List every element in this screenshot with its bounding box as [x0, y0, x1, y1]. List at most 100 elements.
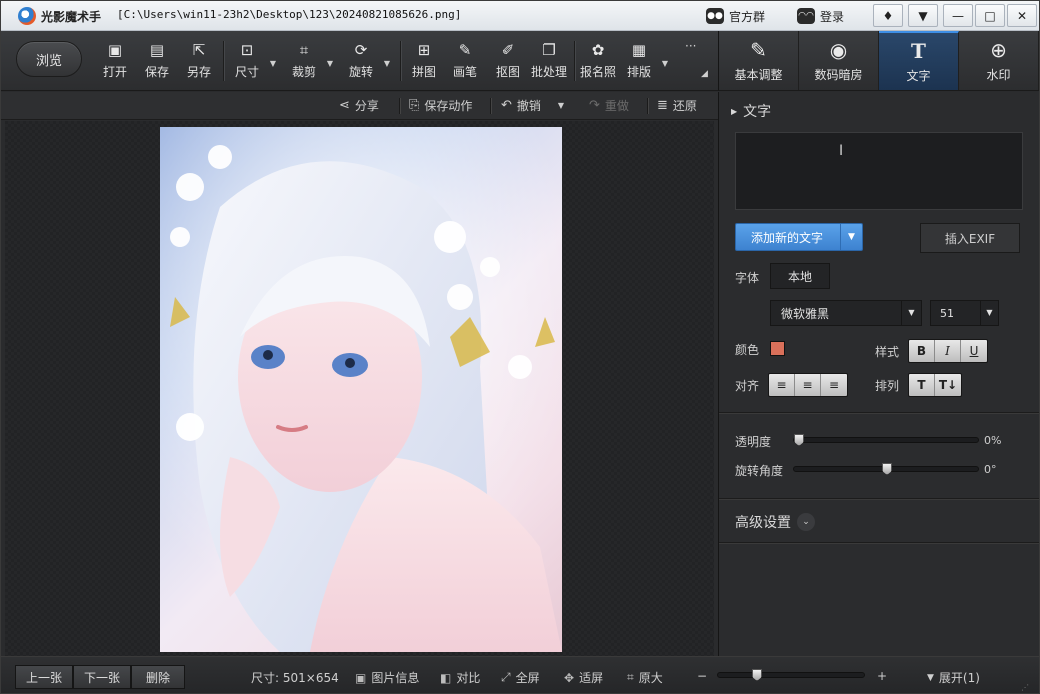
crop-button[interactable]: ⌗ 裁剪 ▼ — [283, 41, 333, 83]
save-as-icon: ⇱ — [192, 41, 206, 59]
maximize-button[interactable]: □ — [975, 4, 1005, 27]
chevron-down-icon: ▼ — [901, 301, 921, 325]
fullscreen-button[interactable]: ⤢ 全屏 — [501, 669, 540, 686]
zoom-slider-thumb[interactable] — [752, 669, 762, 681]
title-bar: 光影魔术手 [C:\Users\win11-23h2\Desktop\123\2… — [1, 1, 1039, 31]
text-input-area[interactable]: I — [735, 132, 1023, 210]
collage-button[interactable]: ⊞ 拼图 — [403, 41, 445, 83]
image-size: 尺寸: 501×654 — [251, 671, 339, 685]
browse-button[interactable]: 浏览 — [16, 41, 82, 77]
original-size-button[interactable]: ⌗ 原大 — [627, 669, 663, 686]
redo-icon: ↷ — [589, 98, 600, 113]
file-path: [C:\Users\win11-23h2\Desktop\123\2024082… — [117, 8, 462, 21]
shirt-icon: ♦ — [882, 8, 894, 23]
edited-photo[interactable] — [160, 127, 562, 652]
color-label: 颜色 — [735, 343, 760, 357]
font-family-select[interactable]: 微软雅黑 ▼ — [770, 300, 922, 326]
resize-grip-icon[interactable]: ⋰ — [1021, 683, 1029, 692]
chevron-down-icon[interactable]: ▼ — [841, 232, 862, 242]
photo-artwork — [160, 127, 562, 652]
tab-basic-adjust[interactable]: ✎ 基本调整 — [719, 31, 799, 90]
opacity-slider[interactable] — [793, 434, 979, 446]
open-button[interactable]: ▣ 打开 — [94, 41, 136, 83]
save-as-button[interactable]: ⇱ 另存 — [178, 41, 220, 83]
zoom-in-button[interactable]: + — [877, 669, 887, 683]
font-source-button[interactable]: 本地 — [770, 263, 830, 289]
tab-text[interactable]: T 文字 — [879, 31, 959, 90]
color-swatch[interactable] — [770, 341, 785, 356]
add-text-button[interactable]: 添加新的文字 ▼ — [735, 223, 863, 251]
fullscreen-icon: ⤢ — [501, 670, 511, 684]
opacity-slider-thumb[interactable] — [794, 434, 804, 446]
font-size-select[interactable]: 51 ▼ — [930, 300, 999, 326]
zoom-out-button[interactable]: − — [697, 669, 707, 683]
zoom-slider[interactable] — [717, 669, 865, 681]
tab-digital-darkroom[interactable]: ◉ 数码暗房 — [799, 31, 879, 90]
chevron-down-icon[interactable]: ▼ — [327, 59, 333, 68]
image-canvas[interactable] — [5, 121, 714, 656]
open-image-icon: ▣ — [107, 41, 123, 59]
save-button[interactable]: ▤ 保存 — [136, 41, 178, 83]
app-title: 光影魔术手 — [41, 10, 102, 24]
vertical-text-icon[interactable]: T↓ — [935, 374, 961, 396]
compare-button[interactable]: ◧ 对比 — [440, 669, 480, 686]
text-icon: T — [911, 39, 926, 63]
minimize-button[interactable]: — — [943, 4, 973, 27]
align-center-icon[interactable]: ≡ — [795, 374, 821, 396]
advanced-settings-toggle[interactable]: 高级设置 ⌄ — [735, 512, 815, 532]
chevron-down-icon[interactable]: ▼ — [558, 101, 564, 110]
save-action-button[interactable]: ⎘ 保存动作 — [409, 97, 472, 114]
expand-corner-icon[interactable]: ◢ — [701, 69, 708, 79]
undo-button[interactable]: ↶ 撤销 ▼ — [501, 97, 564, 114]
app-logo-icon — [18, 7, 36, 25]
user-icon: ◠◠ — [797, 8, 815, 24]
chevron-down-icon[interactable]: ▼ — [662, 59, 668, 68]
delete-button[interactable]: 删除 — [131, 665, 185, 689]
official-group-button[interactable]: ●● 官方群 — [706, 5, 765, 27]
next-image-button[interactable]: 下一张 — [73, 665, 131, 689]
toolbar-divider — [223, 41, 224, 81]
id-photo-button[interactable]: ✿ 报名照 — [577, 41, 619, 83]
rotation-slider[interactable] — [793, 463, 979, 475]
expand-button[interactable]: ▼ 展开(1) — [927, 669, 980, 686]
rotation-slider-thumb[interactable] — [882, 463, 892, 475]
rotate-button[interactable]: ⟳ 旋转 ▼ — [340, 41, 390, 83]
chevron-down-icon: ▼ — [980, 301, 998, 325]
collage-icon: ⊞ — [417, 41, 431, 59]
share-icon: ⋖ — [339, 98, 350, 113]
resize-button[interactable]: ⊡ 尺寸 ▼ — [226, 41, 276, 83]
brush-button[interactable]: ✎ 画笔 — [444, 41, 486, 83]
text-section-header[interactable]: ▶ 文字 — [731, 101, 771, 121]
share-button[interactable]: ⋖ 分享 — [339, 97, 379, 114]
cutout-icon: ✐ — [501, 41, 515, 59]
fit-screen-button[interactable]: ✥ 适屏 — [564, 669, 603, 686]
image-info-button[interactable]: ▣ 图片信息 — [355, 669, 419, 686]
menu-button[interactable]: ▼ — [908, 4, 938, 27]
align-left-icon[interactable]: ≡ — [769, 374, 795, 396]
minimize-icon: — — [952, 8, 964, 23]
chevron-down-icon[interactable]: ▼ — [384, 59, 390, 68]
align-right-icon[interactable]: ≡ — [821, 374, 847, 396]
italic-button[interactable]: I — [935, 340, 961, 362]
main-toolbar: 浏览 ▣ 打开 ▤ 保存 ⇱ 另存 ⊡ 尺寸 ▼ ⌗ 裁剪 ▼ ⟳ 旋转 ▼ ⊞… — [1, 31, 718, 91]
chevron-right-icon: ▶ — [731, 106, 738, 116]
tab-watermark[interactable]: ⊕ 水印 — [959, 31, 1039, 90]
close-icon: ✕ — [1016, 8, 1028, 23]
divider — [719, 542, 1039, 543]
redo-button[interactable]: ↷ 重做 — [589, 97, 629, 114]
horizontal-text-icon[interactable]: T — [909, 374, 935, 396]
login-button[interactable]: ◠◠ 登录 — [797, 5, 844, 27]
cutout-button[interactable]: ✐ 抠图 — [487, 41, 529, 83]
undo-icon: ↶ — [501, 98, 512, 113]
more-tools-button[interactable]: ··· — [685, 39, 696, 53]
prev-image-button[interactable]: 上一张 — [15, 665, 73, 689]
underline-button[interactable]: U — [961, 340, 987, 362]
close-button[interactable]: ✕ — [1007, 4, 1037, 27]
layout-button[interactable]: ▦ 排版 ▼ — [618, 41, 668, 83]
batch-button[interactable]: ❐ 批处理 — [528, 41, 570, 83]
skin-button[interactable]: ♦ — [873, 4, 903, 27]
restore-button[interactable]: ≣ 还原 — [657, 97, 697, 114]
bold-button[interactable]: B — [909, 340, 935, 362]
insert-exif-button[interactable]: 插入EXIF — [920, 223, 1020, 253]
chevron-down-icon[interactable]: ▼ — [270, 59, 276, 68]
